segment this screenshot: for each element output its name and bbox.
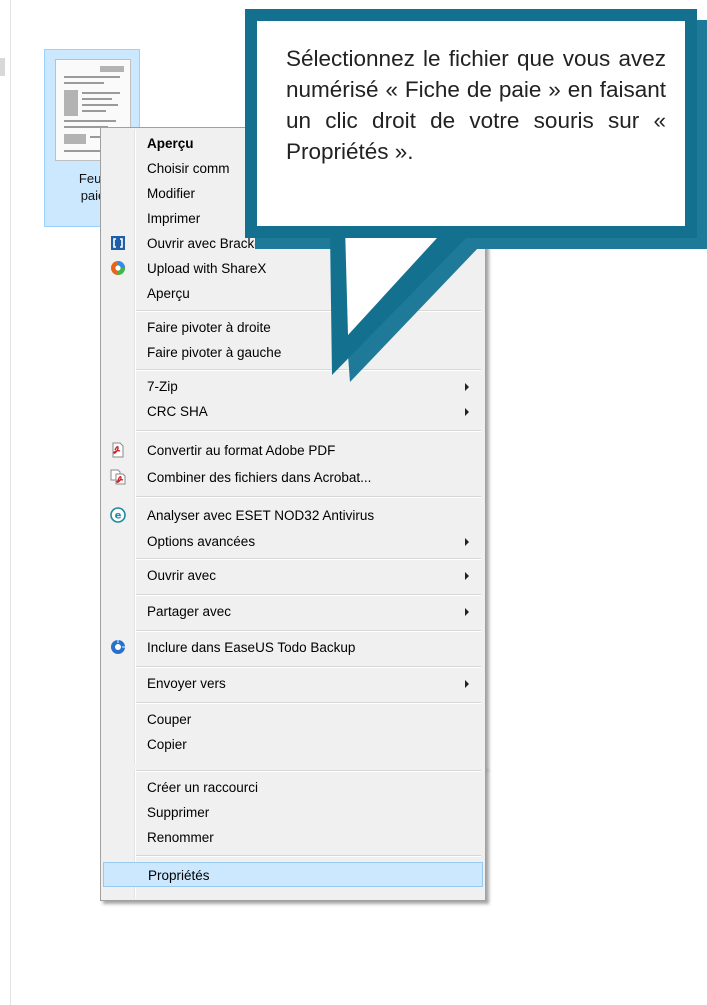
- menu-item-couper[interactable]: Couper: [103, 707, 483, 732]
- menu-item-combiner-acrobat[interactable]: Combiner des fichiers dans Acrobat...: [103, 465, 483, 490]
- context-menu-lower: Créer un raccourci Supprimer Renommer Pr…: [100, 767, 486, 901]
- menu-item-envoyer-vers[interactable]: Envoyer vers: [103, 671, 483, 696]
- menu-item-label: Créer un raccourci: [147, 780, 259, 795]
- menu-item-label: Inclure dans EaseUS Todo Backup: [147, 640, 356, 655]
- adobe-pdf-icon: [112, 442, 124, 458]
- menu-item-convertir-pdf[interactable]: Convertir au format Adobe PDF: [103, 438, 483, 463]
- submenu-arrow-icon: [465, 572, 469, 580]
- menu-item-ouvrir-avec[interactable]: Ouvrir avec: [103, 563, 483, 588]
- eset-icon: e: [110, 507, 126, 523]
- menu-separator: [136, 702, 481, 704]
- submenu-arrow-icon: [465, 680, 469, 688]
- menu-item-label: Envoyer vers: [147, 676, 226, 691]
- menu-separator: [136, 496, 481, 498]
- menu-item-options-avancees[interactable]: Options avancées: [103, 529, 483, 554]
- menu-item-label: Couper: [147, 712, 192, 727]
- acrobat-combine-icon: [110, 469, 126, 485]
- menu-item-easeus-backup[interactable]: Inclure dans EaseUS Todo Backup: [103, 635, 483, 660]
- menu-item-label: Partager avec: [147, 604, 232, 619]
- menu-separator: [136, 855, 481, 857]
- menu-separator: [136, 666, 481, 668]
- menu-separator: [136, 594, 481, 596]
- svg-text:e: e: [115, 511, 122, 522]
- menu-item-creer-raccourci[interactable]: Créer un raccourci: [103, 775, 483, 800]
- menu-item-partager-avec[interactable]: Partager avec: [103, 599, 483, 624]
- menu-item-label: Supprimer: [147, 805, 210, 820]
- menu-item-label: Renommer: [147, 830, 214, 845]
- menu-separator: [136, 430, 481, 432]
- submenu-arrow-icon: [465, 538, 469, 546]
- menu-item-copier[interactable]: Copier: [103, 732, 483, 757]
- menu-item-label: Ouvrir avec: [147, 568, 217, 583]
- menu-item-label: Copier: [147, 737, 187, 752]
- menu-separator: [136, 630, 481, 632]
- menu-separator: [136, 558, 481, 560]
- menu-item-renommer[interactable]: Renommer: [103, 825, 483, 850]
- submenu-arrow-icon: [465, 608, 469, 616]
- menu-item-label: Propriétés: [148, 868, 210, 883]
- menu-item-label: Convertir au format Adobe PDF: [147, 443, 336, 458]
- menu-item-supprimer[interactable]: Supprimer: [103, 800, 483, 825]
- menu-item-proprietes[interactable]: Propriétés: [103, 862, 483, 887]
- menu-separator: [136, 770, 481, 772]
- menu-item-label: Options avancées: [147, 534, 256, 549]
- menu-item-label: Analyser avec ESET NOD32 Antivirus: [147, 508, 375, 523]
- callout-text: Sélectionnez le fichier que vous avez nu…: [286, 46, 666, 164]
- easeus-icon: [111, 640, 125, 654]
- menu-item-label: Combiner des fichiers dans Acrobat...: [147, 470, 372, 485]
- menu-item-analyser-eset[interactable]: e Analyser avec ESET NOD32 Antivirus: [103, 503, 483, 528]
